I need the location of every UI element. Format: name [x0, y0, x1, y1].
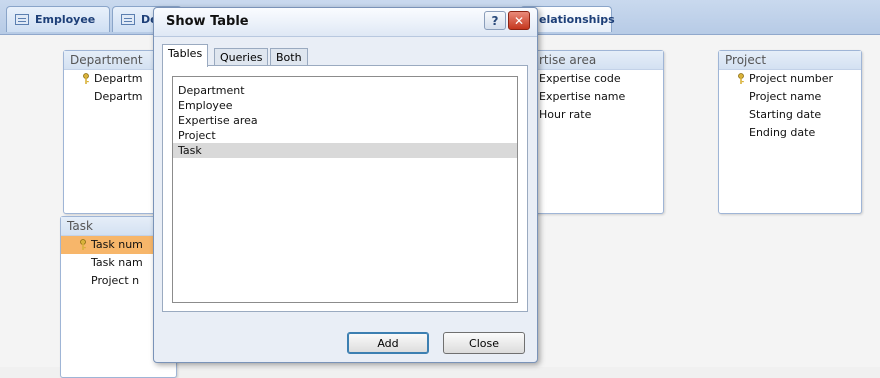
show-table-dialog: Show Table ? ✕ Tables Queries Both Depar… [153, 7, 538, 363]
list-item-selected[interactable]: Task [173, 143, 517, 158]
expertise-area-field-list[interactable]: rtise area Expertise code Expertise name… [520, 50, 664, 214]
tab-employee[interactable]: Employee [6, 6, 110, 32]
close-window-button[interactable]: ✕ [508, 11, 530, 30]
tab-queries[interactable]: Queries [214, 48, 269, 66]
help-button[interactable]: ? [484, 11, 506, 30]
field-item[interactable]: Expertise name [521, 88, 663, 106]
list-item[interactable]: Project [173, 128, 517, 143]
table-icon [15, 14, 29, 25]
field-item[interactable]: Expertise code [521, 70, 663, 88]
table-icon [121, 14, 135, 25]
table-listbox[interactable]: Department Employee Expertise area Proje… [172, 76, 518, 303]
dialog-title: Show Table [166, 14, 249, 29]
close-button[interactable]: Close [443, 332, 525, 354]
field-item[interactable]: Hour rate [521, 106, 663, 124]
primary-key-icon [80, 239, 86, 250]
field-item[interactable]: Project number [719, 70, 861, 88]
primary-key-icon [83, 73, 89, 84]
tab-label: Employee [35, 13, 96, 26]
field-item[interactable]: Project name [719, 88, 861, 106]
list-item[interactable]: Expertise area [173, 113, 517, 128]
primary-key-icon [738, 73, 744, 84]
tab-label: elationships [539, 13, 615, 26]
field-list-title: rtise area [521, 51, 663, 70]
field-list-title: Project [719, 51, 861, 70]
question-mark-icon: ? [491, 13, 499, 28]
list-item[interactable]: Department [173, 83, 517, 98]
close-icon: ✕ [513, 13, 525, 28]
field-item[interactable]: Starting date [719, 106, 861, 124]
tab-panel: Department Employee Expertise area Proje… [162, 65, 528, 312]
dialog-title-bar[interactable]: Show Table ? ✕ [154, 8, 537, 37]
list-item[interactable]: Employee [173, 98, 517, 113]
project-field-list[interactable]: Project Project number Project name Star… [718, 50, 862, 214]
field-item[interactable]: Ending date [719, 124, 861, 142]
tab-both[interactable]: Both [270, 48, 308, 66]
tab-tables[interactable]: Tables [162, 44, 209, 67]
add-button[interactable]: Add [347, 332, 429, 354]
